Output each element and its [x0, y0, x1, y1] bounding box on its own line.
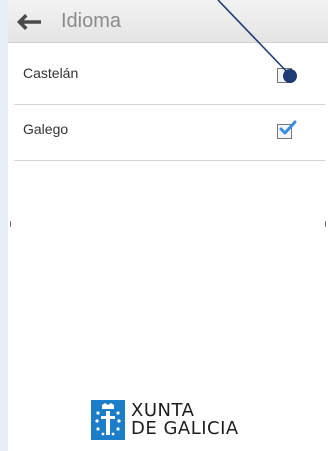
xunta-de-galicia-logo: XUNTA DE GALICIA [91, 398, 251, 444]
page-title: Idioma [61, 10, 122, 32]
galego-checkbox[interactable] [277, 120, 297, 139]
galicia-seal-icon [91, 400, 125, 440]
left-edge-marker [10, 221, 11, 227]
back-arrow-icon[interactable] [16, 13, 42, 31]
checkmark-icon [279, 120, 297, 135]
castelan-checkbox[interactable] [277, 68, 292, 83]
language-screen: Idioma Castelán Galego XUNTA DE GALICIA [8, 0, 328, 451]
language-option-galego[interactable]: Galego [14, 105, 325, 161]
right-edge-marker [325, 221, 326, 227]
language-list: Castelán Galego [14, 49, 325, 161]
brand-wordmark: XUNTA DE GALICIA [131, 402, 239, 438]
language-option-label: Castelán [23, 65, 79, 81]
brand-line-2: DE GALICIA [131, 418, 239, 439]
language-option-castelan[interactable]: Castelán [14, 49, 325, 105]
language-option-label: Galego [23, 121, 69, 137]
app-header: Idioma [8, 0, 328, 43]
